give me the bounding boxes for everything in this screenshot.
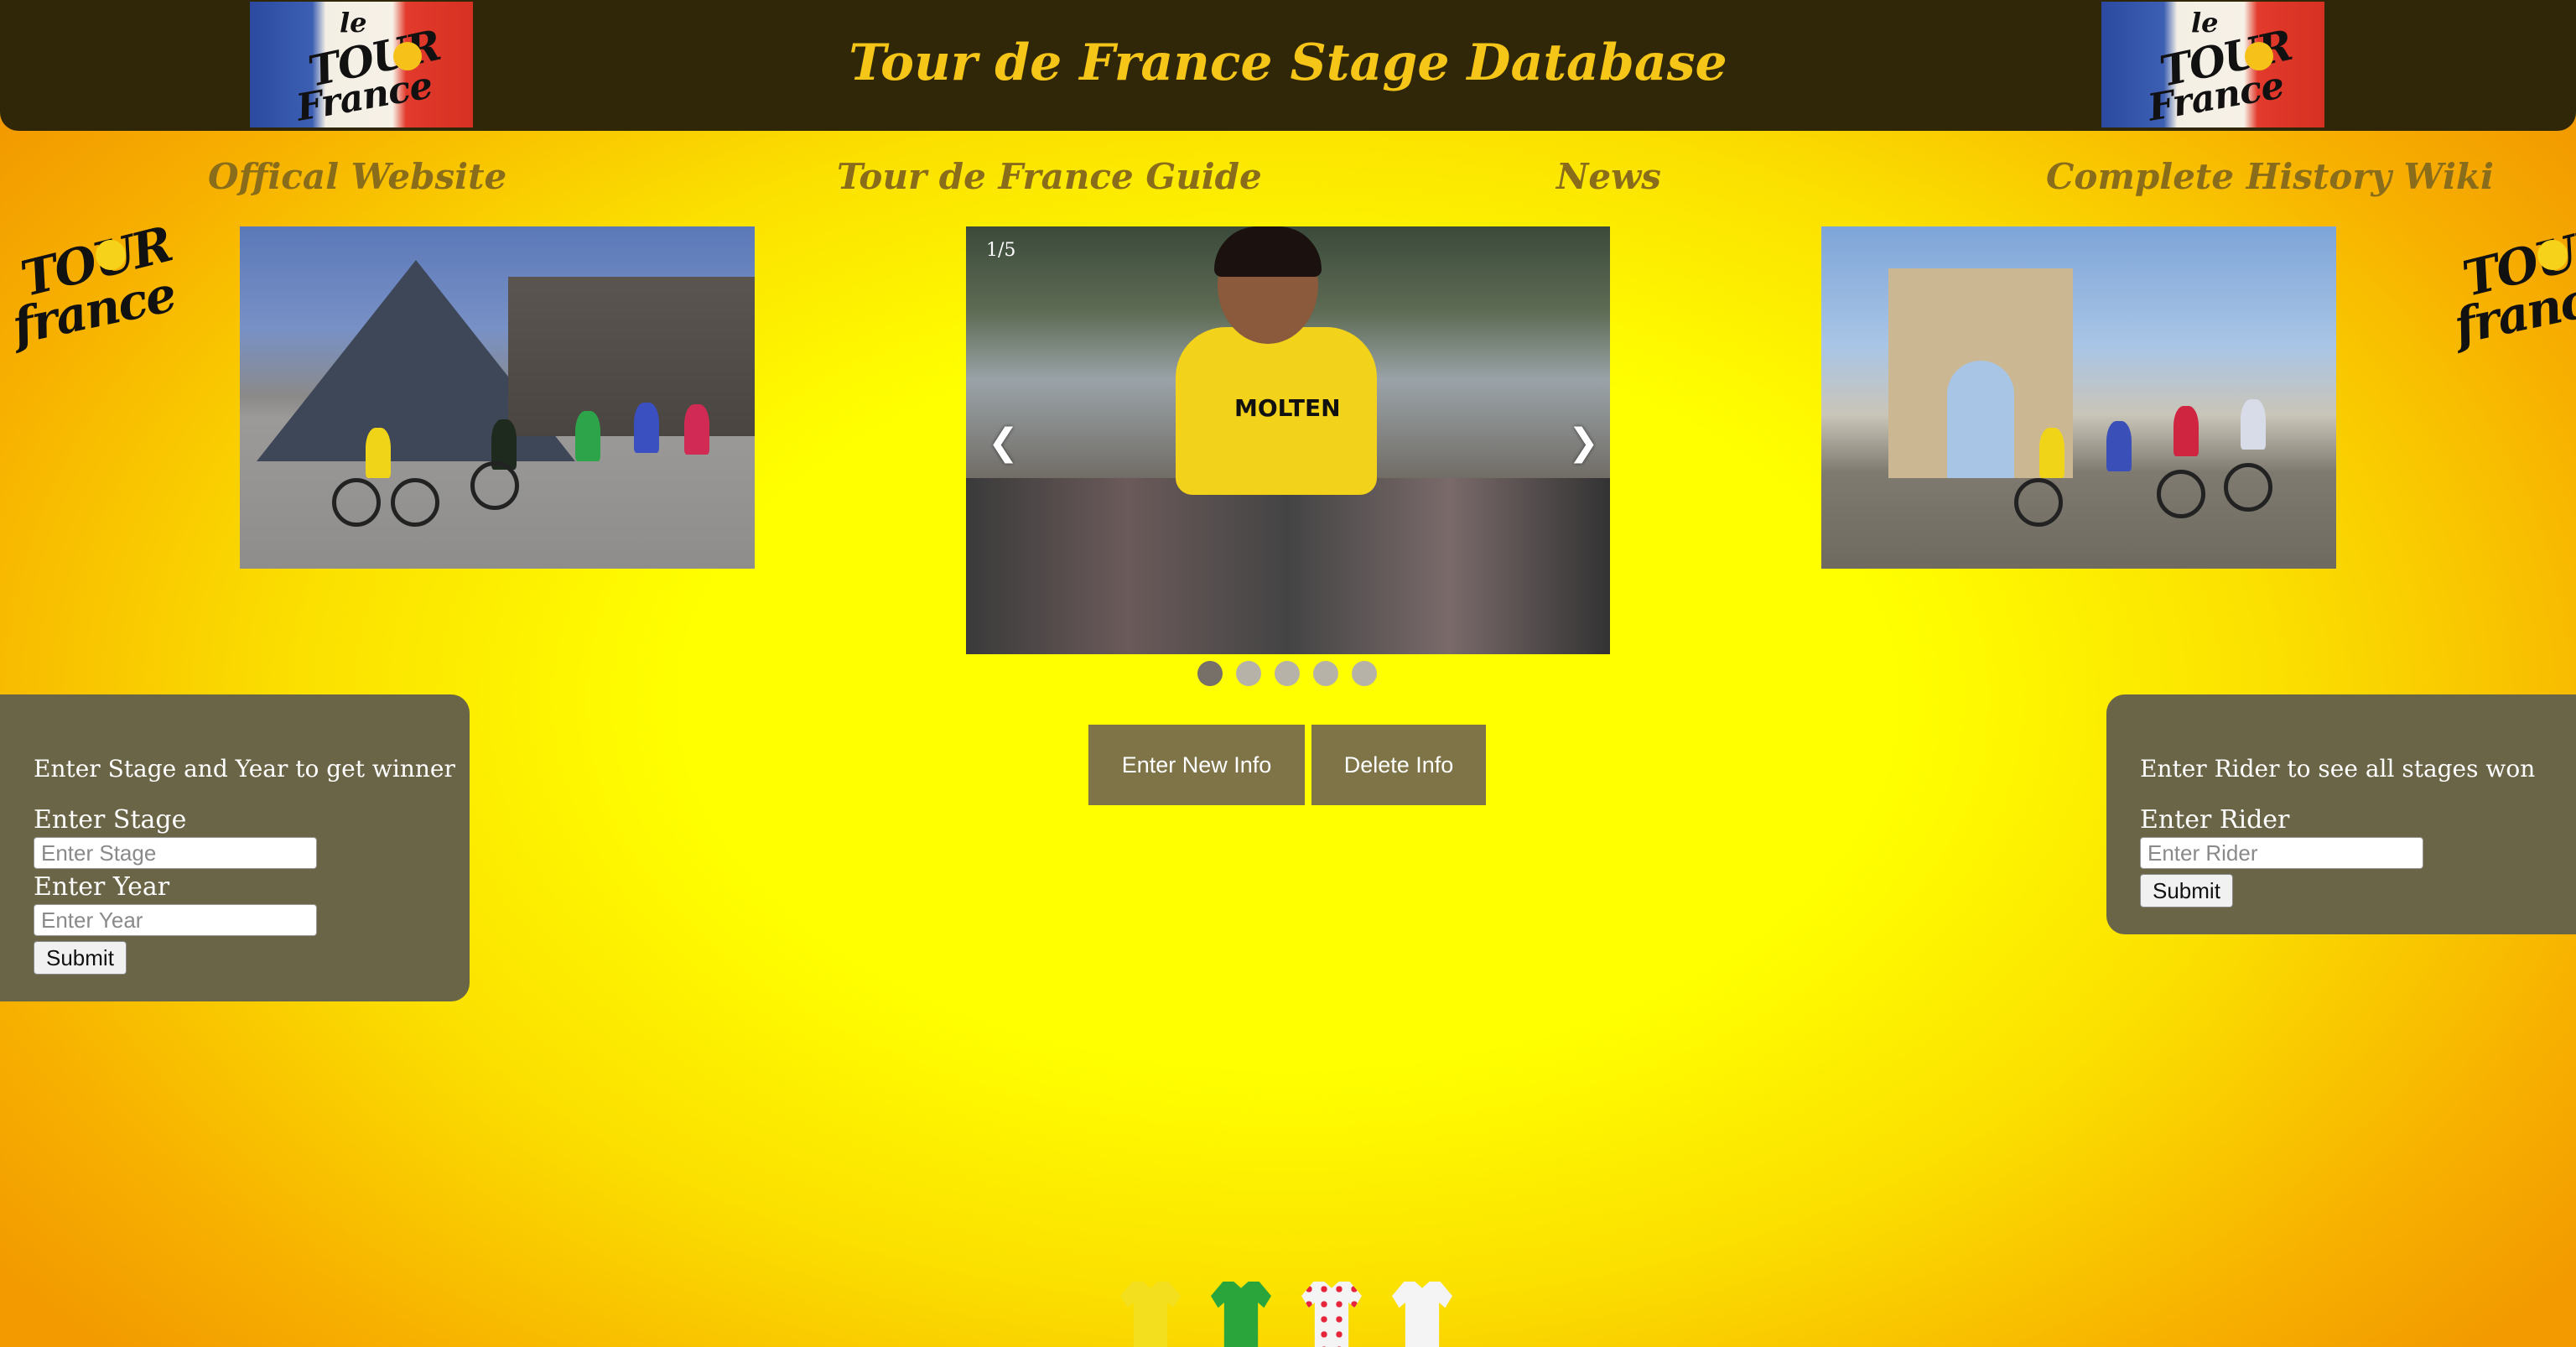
yellow-jersey-icon	[1120, 1282, 1181, 1347]
rider-figure	[634, 403, 659, 453]
tdf-logo-right: TOUR france	[2449, 216, 2576, 355]
rider-figure	[2241, 399, 2266, 450]
rider-submit-button[interactable]: Submit	[2140, 874, 2233, 908]
rider-panel: Enter Rider to see all stages won Enter …	[2106, 694, 2576, 934]
carousel-dot-5[interactable]	[1352, 661, 1377, 686]
header-bar: le TOUR France Tour de France Stage Data…	[0, 0, 2576, 131]
tdf-flag-logo-right: le TOUR France	[2101, 2, 2324, 127]
arc-de-triomphe-photo	[1821, 226, 2336, 569]
wheel-shape	[332, 478, 381, 527]
carousel-counter: 1/5	[986, 240, 1016, 261]
rider-figure	[366, 428, 391, 478]
nav-link-official-website[interactable]: Offical Website	[208, 156, 506, 197]
stage-year-panel: Enter Stage and Year to get winner Enter…	[0, 694, 470, 1001]
logo-le-text: le	[2191, 7, 2219, 39]
arch-opening	[1947, 361, 2014, 478]
stage-panel-heading: Enter Stage and Year to get winner	[34, 755, 455, 783]
year-label: Enter Year	[34, 872, 170, 902]
tdf-logo-left: TOUR france	[8, 216, 179, 355]
rider-figure	[2106, 421, 2132, 471]
rider-figure	[2039, 428, 2064, 478]
carousel-dots	[1197, 661, 1390, 686]
wheel-shape	[2157, 470, 2205, 518]
crowd-background	[966, 478, 1610, 654]
stage-submit-button[interactable]: Submit	[34, 941, 127, 975]
rider-input[interactable]	[2140, 837, 2423, 869]
rider-panel-heading: Enter Rider to see all stages won	[2140, 755, 2536, 783]
stage-label: Enter Stage	[34, 805, 187, 835]
year-input[interactable]	[34, 904, 317, 936]
wheel-shape	[2224, 463, 2272, 512]
wheel-shape	[470, 461, 519, 510]
stage-input[interactable]	[34, 837, 317, 869]
rider-hair	[1214, 226, 1322, 277]
rider-label: Enter Rider	[2140, 805, 2290, 835]
carousel-slide: MOLTEN 1/5 ❮ ❯	[966, 226, 1610, 654]
rider-figure	[2174, 406, 2199, 456]
carousel-next-icon[interactable]: ❯	[1568, 421, 1599, 464]
sun-icon	[96, 240, 126, 270]
carousel-dot-2[interactable]	[1236, 661, 1261, 686]
rider-figure	[684, 404, 709, 455]
nav-link-history-wiki[interactable]: Complete History Wiki	[2046, 156, 2494, 197]
carousel-dot-4[interactable]	[1313, 661, 1338, 686]
green-jersey-icon	[1211, 1282, 1271, 1347]
carousel-dot-3[interactable]	[1275, 661, 1300, 686]
carousel-prev-icon[interactable]: ❮	[988, 421, 1019, 464]
delete-info-button[interactable]: Delete Info	[1311, 725, 1486, 805]
louvre-building	[508, 277, 755, 436]
carousel-dot-1[interactable]	[1197, 661, 1223, 686]
sun-icon	[2537, 240, 2568, 270]
enter-new-info-button[interactable]: Enter New Info	[1088, 725, 1305, 805]
rider-figure	[575, 411, 600, 461]
wheel-shape	[2014, 478, 2063, 527]
nav-link-news[interactable]: News	[1556, 156, 1661, 197]
jersey-sponsor-text: MOLTEN	[1234, 394, 1341, 422]
louvre-photo	[240, 226, 755, 569]
polka-dot-jersey-icon	[1301, 1282, 1362, 1347]
tdf-logo-mark: le TOUR France	[2145, 5, 2296, 127]
wheel-shape	[391, 478, 439, 527]
white-jersey-icon	[1392, 1282, 1452, 1347]
nav-link-tdf-guide[interactable]: Tour de France Guide	[837, 156, 1262, 197]
